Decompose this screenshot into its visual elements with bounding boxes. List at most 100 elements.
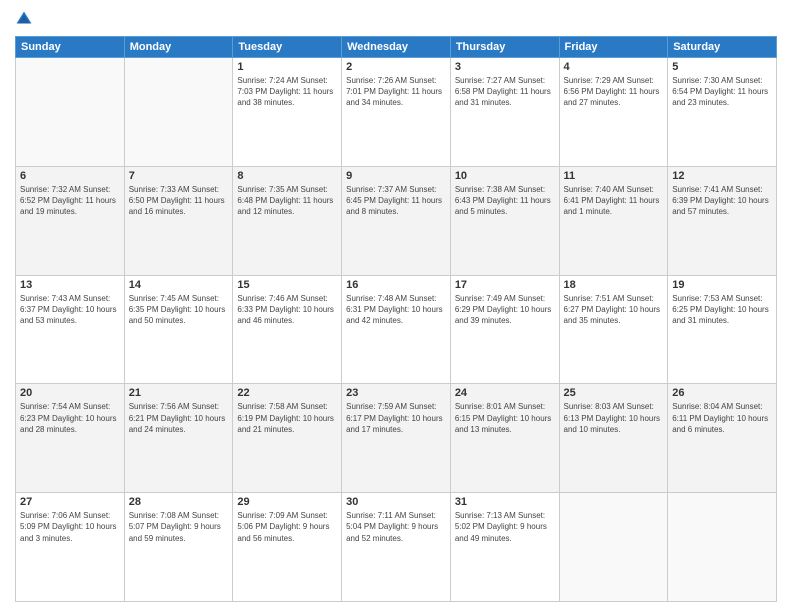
day-number: 6 <box>20 170 120 182</box>
day-number: 9 <box>346 170 446 182</box>
calendar-day-cell: 4Sunrise: 7:29 AM Sunset: 6:56 PM Daylig… <box>559 58 668 167</box>
calendar-day-cell: 5 Sunrise: 7:30 AM Sunset: 6:54 PM Daylig… <box>668 58 777 167</box>
calendar-day-cell: 10 Sunrise: 7:38 AM Sunset: 6:43 PM Dayli… <box>450 166 559 275</box>
day-info: Sunrise: 7:59 AM Sunset: 6:17 PM Dayligh… <box>346 401 446 435</box>
day-number: 20 <box>20 387 120 399</box>
day-number: 18 <box>564 279 664 291</box>
calendar-header-row: SundayMondayTuesdayWednesdayThursdayFrid… <box>16 37 777 58</box>
calendar-day-cell <box>559 493 668 602</box>
calendar-day-cell: 8 Sunrise: 7:35 AM Sunset: 6:48 PM Daylig… <box>233 166 342 275</box>
weekday-header-wednesday: Wednesday <box>342 37 451 58</box>
calendar-day-cell: 7 Sunrise: 7:33 AM Sunset: 6:50 PM Daylig… <box>124 166 233 275</box>
day-info: Sunrise: 7:46 AM Sunset: 6:33 PM Dayligh… <box>237 293 337 327</box>
calendar-week-row: 6 Sunrise: 7:32 AM Sunset: 6:52 PM Daylig… <box>16 166 777 275</box>
header <box>15 10 777 28</box>
calendar-day-cell: 18 Sunrise: 7:51 AM Sunset: 6:27 PM Dayli… <box>559 275 668 384</box>
day-info: Sunrise: 7:38 AM Sunset: 6:43 PM Dayligh… <box>455 184 555 218</box>
calendar-week-row: 20 Sunrise: 7:54 AM Sunset: 6:23 PM Dayli… <box>16 384 777 493</box>
calendar-day-cell: 26 Sunrise: 8:04 AM Sunset: 6:11 PM Dayli… <box>668 384 777 493</box>
day-info: Sunrise: 7:37 AM Sunset: 6:45 PM Dayligh… <box>346 184 446 218</box>
day-info: Sunrise: 7:58 AM Sunset: 6:19 PM Dayligh… <box>237 401 337 435</box>
calendar-day-cell: 13 Sunrise: 7:43 AM Sunset: 6:37 PM Dayli… <box>16 275 125 384</box>
day-info: Sunrise: 7:45 AM Sunset: 6:35 PM Dayligh… <box>129 293 229 327</box>
calendar-day-cell <box>16 58 125 167</box>
calendar-day-cell: 20 Sunrise: 7:54 AM Sunset: 6:23 PM Dayli… <box>16 384 125 493</box>
day-number: 10 <box>455 170 555 182</box>
day-number: 21 <box>129 387 229 399</box>
day-number: 11 <box>564 170 664 182</box>
calendar-day-cell: 15 Sunrise: 7:46 AM Sunset: 6:33 PM Dayli… <box>233 275 342 384</box>
day-info: Sunrise: 7:26 AM Sunset: 7:01 PM Dayligh… <box>346 75 446 109</box>
calendar-day-cell: 22Sunrise: 7:58 AM Sunset: 6:19 PM Dayli… <box>233 384 342 493</box>
day-number: 4 <box>564 61 664 73</box>
day-info: Sunrise: 7:53 AM Sunset: 6:25 PM Dayligh… <box>672 293 772 327</box>
calendar-day-cell: 1 Sunrise: 7:24 AM Sunset: 7:03 PM Daylig… <box>233 58 342 167</box>
day-number: 1 <box>237 61 337 73</box>
day-number: 17 <box>455 279 555 291</box>
calendar-day-cell: 30 Sunrise: 7:11 AM Sunset: 5:04 PM Dayli… <box>342 493 451 602</box>
calendar-day-cell: 24 Sunrise: 8:01 AM Sunset: 6:15 PM Dayli… <box>450 384 559 493</box>
day-number: 13 <box>20 279 120 291</box>
day-info: Sunrise: 7:51 AM Sunset: 6:27 PM Dayligh… <box>564 293 664 327</box>
day-number: 25 <box>564 387 664 399</box>
day-number: 7 <box>129 170 229 182</box>
day-number: 8 <box>237 170 337 182</box>
day-number: 29 <box>237 496 337 508</box>
day-number: 31 <box>455 496 555 508</box>
day-info: Sunrise: 7:06 AM Sunset: 5:09 PM Dayligh… <box>20 510 120 544</box>
day-info: Sunrise: 7:40 AM Sunset: 6:41 PM Dayligh… <box>564 184 664 218</box>
day-info: Sunrise: 8:04 AM Sunset: 6:11 PM Dayligh… <box>672 401 772 435</box>
day-number: 5 <box>672 61 772 73</box>
calendar-day-cell: 25 Sunrise: 8:03 AM Sunset: 6:13 PM Dayli… <box>559 384 668 493</box>
day-number: 28 <box>129 496 229 508</box>
day-number: 26 <box>672 387 772 399</box>
calendar-day-cell: 14 Sunrise: 7:45 AM Sunset: 6:35 PM Dayli… <box>124 275 233 384</box>
day-info: Sunrise: 7:11 AM Sunset: 5:04 PM Dayligh… <box>346 510 446 544</box>
calendar-day-cell: 28 Sunrise: 7:08 AM Sunset: 5:07 PM Dayli… <box>124 493 233 602</box>
day-number: 24 <box>455 387 555 399</box>
day-info: Sunrise: 7:30 AM Sunset: 6:54 PM Dayligh… <box>672 75 772 109</box>
day-info: Sunrise: 8:03 AM Sunset: 6:13 PM Dayligh… <box>564 401 664 435</box>
calendar-day-cell: 27 Sunrise: 7:06 AM Sunset: 5:09 PM Dayli… <box>16 493 125 602</box>
logo-icon <box>15 10 33 28</box>
day-info: Sunrise: 7:08 AM Sunset: 5:07 PM Dayligh… <box>129 510 229 544</box>
day-number: 15 <box>237 279 337 291</box>
page: SundayMondayTuesdayWednesdayThursdayFrid… <box>0 0 792 612</box>
day-number: 19 <box>672 279 772 291</box>
day-number: 27 <box>20 496 120 508</box>
day-info: Sunrise: 8:01 AM Sunset: 6:15 PM Dayligh… <box>455 401 555 435</box>
day-info: Sunrise: 7:35 AM Sunset: 6:48 PM Dayligh… <box>237 184 337 218</box>
day-number: 14 <box>129 279 229 291</box>
weekday-header-tuesday: Tuesday <box>233 37 342 58</box>
day-info: Sunrise: 7:56 AM Sunset: 6:21 PM Dayligh… <box>129 401 229 435</box>
day-info: Sunrise: 7:41 AM Sunset: 6:39 PM Dayligh… <box>672 184 772 218</box>
day-info: Sunrise: 7:54 AM Sunset: 6:23 PM Dayligh… <box>20 401 120 435</box>
calendar-week-row: 27 Sunrise: 7:06 AM Sunset: 5:09 PM Dayli… <box>16 493 777 602</box>
calendar-week-row: 13 Sunrise: 7:43 AM Sunset: 6:37 PM Dayli… <box>16 275 777 384</box>
calendar-week-row: 1 Sunrise: 7:24 AM Sunset: 7:03 PM Daylig… <box>16 58 777 167</box>
calendar-day-cell: 17 Sunrise: 7:49 AM Sunset: 6:29 PM Dayli… <box>450 275 559 384</box>
day-info: Sunrise: 7:43 AM Sunset: 6:37 PM Dayligh… <box>20 293 120 327</box>
logo <box>15 10 35 28</box>
weekday-header-friday: Friday <box>559 37 668 58</box>
weekday-header-sunday: Sunday <box>16 37 125 58</box>
calendar-day-cell: 19 Sunrise: 7:53 AM Sunset: 6:25 PM Dayli… <box>668 275 777 384</box>
day-info: Sunrise: 7:32 AM Sunset: 6:52 PM Dayligh… <box>20 184 120 218</box>
day-number: 2 <box>346 61 446 73</box>
calendar-day-cell: 29 Sunrise: 7:09 AM Sunset: 5:06 PM Dayli… <box>233 493 342 602</box>
day-info: Sunrise: 7:13 AM Sunset: 5:02 PM Dayligh… <box>455 510 555 544</box>
day-number: 3 <box>455 61 555 73</box>
calendar-day-cell <box>668 493 777 602</box>
calendar-day-cell: 9 Sunrise: 7:37 AM Sunset: 6:45 PM Daylig… <box>342 166 451 275</box>
calendar-day-cell <box>124 58 233 167</box>
day-number: 30 <box>346 496 446 508</box>
calendar-table: SundayMondayTuesdayWednesdayThursdayFrid… <box>15 36 777 602</box>
day-info: Sunrise: 7:24 AM Sunset: 7:03 PM Dayligh… <box>237 75 337 109</box>
day-info: Sunrise: 7:33 AM Sunset: 6:50 PM Dayligh… <box>129 184 229 218</box>
day-number: 23 <box>346 387 446 399</box>
calendar-day-cell: 16Sunrise: 7:48 AM Sunset: 6:31 PM Dayli… <box>342 275 451 384</box>
calendar-day-cell: 12Sunrise: 7:41 AM Sunset: 6:39 PM Dayli… <box>668 166 777 275</box>
day-info: Sunrise: 7:49 AM Sunset: 6:29 PM Dayligh… <box>455 293 555 327</box>
day-info: Sunrise: 7:09 AM Sunset: 5:06 PM Dayligh… <box>237 510 337 544</box>
calendar-day-cell: 31 Sunrise: 7:13 AM Sunset: 5:02 PM Dayli… <box>450 493 559 602</box>
